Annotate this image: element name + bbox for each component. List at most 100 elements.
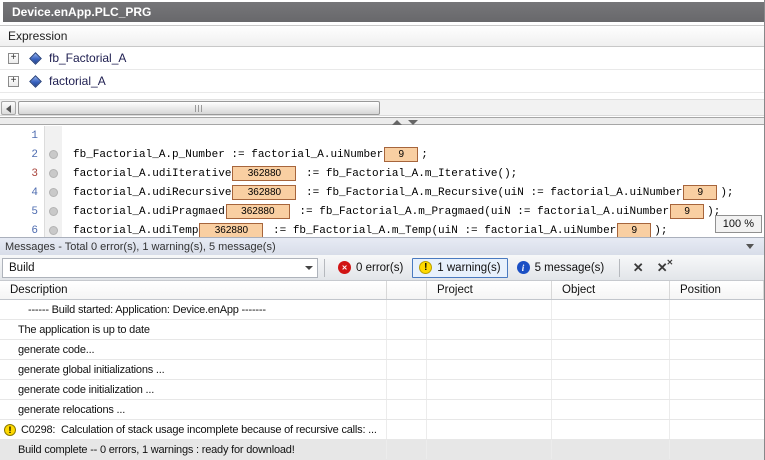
online-value[interactable]: 362880 <box>232 185 296 200</box>
cell-position <box>670 440 764 459</box>
cell-project <box>427 300 552 319</box>
message-row[interactable]: generate relocations ... <box>0 400 764 420</box>
online-value[interactable]: 362880 <box>199 223 263 237</box>
cell-description: Build complete -- 0 errors, 1 warnings :… <box>0 440 387 459</box>
message-category-dropdown[interactable]: Build <box>2 258 318 278</box>
breakpoint-dot-icon[interactable] <box>49 150 58 159</box>
online-value[interactable]: 362880 <box>232 166 296 181</box>
line-number: 5 <box>0 206 44 218</box>
message-row[interactable]: C0298: Calculation of stack usage incomp… <box>0 420 764 440</box>
clear-messages-button[interactable] <box>626 258 650 278</box>
cell-description: generate code initialization ... <box>0 380 387 399</box>
code-fragment: fb_Factorial_A.p_Number := factorial_A.u… <box>73 149 383 161</box>
code-fragment: ); <box>654 225 667 237</box>
cell-position <box>670 300 764 319</box>
line-number: 2 <box>0 149 44 161</box>
code-fragment: factorial_A.udiPragmaed <box>73 206 225 218</box>
info-filter-button[interactable]: 5 message(s) <box>510 258 612 278</box>
breakpoint-margin[interactable] <box>44 145 62 164</box>
watch-horizontal-scrollbar[interactable] <box>0 99 764 116</box>
cell-description: C0298: Calculation of stack usage incomp… <box>0 420 387 439</box>
message-row[interactable]: The application is up to date <box>0 320 764 340</box>
watch-row[interactable]: fb_Factorial_A <box>0 47 764 70</box>
online-value[interactable]: 362880 <box>226 204 290 219</box>
breakpoint-margin[interactable] <box>44 202 62 221</box>
toolbar-separator <box>324 259 325 277</box>
expand-icon[interactable] <box>8 76 19 87</box>
message-row[interactable]: generate code initialization ... <box>0 380 764 400</box>
column-header-position[interactable]: Position <box>670 281 764 299</box>
dropdown-arrow-icon[interactable] <box>301 259 317 277</box>
scroll-left-icon[interactable] <box>1 101 16 115</box>
messages-table-header: Description Project Object Position <box>0 281 764 300</box>
message-row[interactable]: generate global initializations ... <box>0 360 764 380</box>
filter-button-label: 0 error(s) <box>356 262 403 274</box>
cell-project <box>427 340 552 359</box>
cell-project <box>427 360 552 379</box>
watch-column-header-expression[interactable]: Expression <box>0 25 764 47</box>
code-lines: 1 2 fb_Factorial_A.p_Number := factorial… <box>0 126 764 237</box>
code-editor[interactable]: 1 2 fb_Factorial_A.p_Number := factorial… <box>0 126 764 237</box>
online-value[interactable]: 9 <box>683 185 717 200</box>
code-fragment: factorial_A.udiRecursive <box>73 187 231 199</box>
splitter-down-icon[interactable] <box>408 120 418 125</box>
line-number: 6 <box>0 225 44 237</box>
info-icon <box>517 261 530 274</box>
filter-buttons: 0 error(s) 1 warning(s) 5 message(s) <box>331 258 613 278</box>
breakpoint-dot-icon[interactable] <box>49 226 58 235</box>
panel-menu-chevron-icon[interactable] <box>746 244 754 249</box>
message-description: generate relocations ... <box>18 404 125 416</box>
message-description: ------ Build started: Application: Devic… <box>28 304 266 316</box>
messages-toolbar: Build 0 error(s) 1 warning(s) 5 message(… <box>0 255 764 281</box>
breakpoint-margin[interactable] <box>44 126 62 145</box>
scrollbar-thumb[interactable] <box>18 101 380 115</box>
cell-description: The application is up to date <box>0 320 387 339</box>
cell-project <box>427 400 552 419</box>
column-header-icon[interactable] <box>387 281 427 299</box>
line-number: 3 <box>0 168 44 180</box>
message-rows: ------ Build started: Application: Devic… <box>0 300 764 460</box>
warning-icon <box>4 424 16 436</box>
splitter-up-icon[interactable] <box>392 120 402 125</box>
watch-expression-label: fb_Factorial_A <box>49 51 126 65</box>
code-fragment: := fb_Factorial_A.m_Recursive(uiN := fac… <box>299 187 682 199</box>
messages-panel-title: Messages - Total 0 error(s), 1 warning(s… <box>5 241 276 253</box>
breakpoint-margin[interactable] <box>44 183 62 202</box>
messages-panel-header[interactable]: Messages - Total 0 error(s), 1 warning(s… <box>0 237 764 255</box>
breakpoint-dot-icon[interactable] <box>49 207 58 216</box>
code-fragment: := fb_Factorial_A.m_Iterative(); <box>299 168 517 180</box>
watch-row[interactable]: factorial_A <box>0 70 764 93</box>
breakpoint-margin[interactable] <box>44 221 62 237</box>
online-value[interactable]: 9 <box>384 147 418 162</box>
message-row[interactable]: ------ Build started: Application: Devic… <box>0 300 764 320</box>
column-header-description[interactable]: Description <box>0 281 387 299</box>
message-description: Build complete -- 0 errors, 1 warnings :… <box>18 444 295 456</box>
code-fragment: factorial_A.udiTemp <box>73 225 198 237</box>
cell-object <box>552 340 670 359</box>
online-value[interactable]: 9 <box>617 223 651 237</box>
cell-object <box>552 440 670 459</box>
error-filter-button[interactable]: 0 error(s) <box>331 258 410 278</box>
editor-zoom-indicator[interactable]: 100 % <box>715 215 762 233</box>
plc-editor-window: Device.enApp.PLC_PRG Expression fb_Facto… <box>0 0 765 460</box>
column-header-object[interactable]: Object <box>552 281 670 299</box>
clear-all-messages-button[interactable] <box>650 258 674 278</box>
cell-position <box>670 420 764 439</box>
breakpoint-dot-icon[interactable] <box>49 169 58 178</box>
code-line: 1 <box>0 126 764 145</box>
panel-splitter[interactable] <box>0 117 764 125</box>
message-description: C0298: Calculation of stack usage incomp… <box>21 424 377 436</box>
warning-filter-button[interactable]: 1 warning(s) <box>412 258 507 278</box>
code-text: factorial_A.udiTemp362880 := fb_Factoria… <box>73 223 667 237</box>
column-header-project[interactable]: Project <box>427 281 552 299</box>
breakpoint-dot-icon[interactable] <box>49 188 58 197</box>
expand-icon[interactable] <box>8 53 19 64</box>
message-row[interactable]: Build complete -- 0 errors, 1 warnings :… <box>0 440 764 460</box>
toolbar-separator <box>619 259 620 277</box>
cell-object <box>552 400 670 419</box>
message-row[interactable]: generate code... <box>0 340 764 360</box>
expression-header-label: Expression <box>8 29 67 43</box>
breakpoint-margin[interactable] <box>44 164 62 183</box>
code-line: 2 fb_Factorial_A.p_Number := factorial_A… <box>0 145 764 164</box>
online-value[interactable]: 9 <box>670 204 704 219</box>
